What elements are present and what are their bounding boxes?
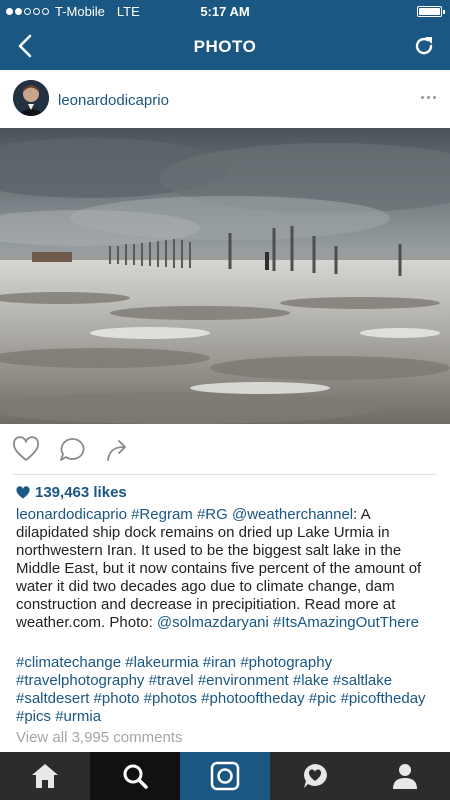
tab-profile[interactable] — [360, 752, 450, 800]
tab-camera[interactable] — [180, 752, 270, 800]
hashtag-link[interactable]: #saltlake — [333, 672, 392, 689]
more-options-icon[interactable] — [421, 96, 436, 99]
hashtag-link[interactable]: #lake — [293, 672, 329, 689]
activity-heart-icon — [304, 764, 327, 788]
hashtag-link[interactable]: #pics — [16, 708, 51, 725]
comment-icon[interactable] — [58, 436, 86, 464]
refresh-icon[interactable] — [412, 34, 436, 58]
bottom-tab-bar — [0, 752, 450, 800]
like-heart-icon[interactable] — [12, 436, 40, 464]
hashtag-link[interactable]: #saltdesert — [16, 690, 89, 707]
caption-text: : A dilapidated ship dock remains on dri… — [16, 506, 422, 631]
caption-link[interactable]: @solmazdaryani — [157, 614, 269, 631]
share-icon[interactable] — [104, 436, 132, 464]
top-nav-bar: PHOTO — [0, 22, 450, 70]
like-heart-filled-icon — [16, 485, 30, 498]
hashtag-link[interactable]: #iran — [203, 654, 236, 671]
hashtag-link[interactable]: #pic — [309, 690, 337, 707]
caption-link[interactable]: #ItsAmazingOutThere — [273, 614, 419, 631]
status-bar: T-Mobile LTE 5:17 AM — [0, 0, 450, 22]
hashtag-link[interactable]: #picoftheday — [340, 690, 425, 707]
hashtag-link[interactable]: #climatechange — [16, 654, 121, 671]
post-caption: leonardodicaprio #Regram #RG @weathercha… — [16, 506, 434, 632]
hashtag-link[interactable]: #photo — [94, 690, 140, 707]
like-count-label: 139,463 likes — [35, 484, 127, 501]
page-title: PHOTO — [193, 37, 257, 56]
post-photo — [0, 128, 450, 424]
profile-icon — [393, 764, 417, 789]
home-icon — [32, 764, 58, 788]
divider — [13, 474, 437, 475]
caption-link[interactable]: @weatherchannel — [232, 506, 353, 523]
hashtag-link[interactable]: #lakeurmia — [125, 654, 198, 671]
like-count[interactable]: 139,463 likes — [16, 484, 127, 501]
tab-home[interactable] — [0, 752, 90, 800]
hashtag-link[interactable]: #environment — [198, 672, 289, 689]
hashtag-link[interactable]: #photography — [240, 654, 332, 671]
hashtag-link[interactable]: #urmia — [55, 708, 101, 725]
battery-icon — [417, 6, 445, 17]
camera-icon — [210, 761, 240, 791]
post-header: leonardodicaprio — [0, 70, 450, 128]
caption-link[interactable]: #RG — [197, 506, 228, 523]
hashtag-link[interactable]: #photos — [144, 690, 197, 707]
post-hashtags: #climatechange #lakeurmia #iran #photogr… — [16, 654, 436, 726]
hashtag-link[interactable]: #travelphotography — [16, 672, 144, 689]
tab-activity[interactable] — [270, 752, 360, 800]
search-icon — [123, 764, 148, 789]
caption-link[interactable]: #Regram — [131, 506, 193, 523]
hashtag-link[interactable]: #travel — [149, 672, 194, 689]
avatar[interactable] — [13, 80, 49, 116]
tab-search[interactable] — [90, 752, 180, 800]
post-username[interactable]: leonardodicaprio — [58, 92, 169, 109]
hashtag-link[interactable]: #photooftheday — [201, 690, 304, 707]
post-actions — [0, 424, 450, 476]
status-time: 5:17 AM — [200, 4, 250, 19]
view-comments-link[interactable]: View all 3,995 comments — [16, 729, 182, 746]
caption-username[interactable]: leonardodicaprio — [16, 506, 127, 523]
